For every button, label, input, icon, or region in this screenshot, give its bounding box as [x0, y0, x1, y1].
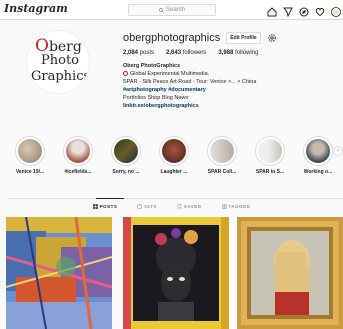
- tabs-divider: [8, 198, 343, 199]
- highlight-thumbnail: [18, 139, 42, 163]
- highlight-item[interactable]: #icefields...: [56, 136, 100, 175]
- story-highlights: Venice 19/... #icefields... Sorry, no ..…: [0, 136, 343, 184]
- highlight-thumbnail: [210, 139, 234, 163]
- search-icon: [159, 7, 164, 13]
- tab-tagged[interactable]: TAGGED: [221, 204, 251, 209]
- profile-info: obergphotographics Edit Profile 2,084 po…: [123, 32, 277, 110]
- gear-icon[interactable]: [267, 33, 277, 43]
- grid-icon: [92, 204, 98, 209]
- profile-avatar[interactable]: Oberg Photo Graphics: [26, 30, 90, 94]
- explore-icon[interactable]: [299, 4, 309, 17]
- bio-line-4: Portfolios Shop Blog News:: [123, 95, 190, 101]
- post-thumbnail[interactable]: [123, 217, 229, 329]
- highlight-label: SPAR in S...: [255, 169, 285, 175]
- nav-icons: [267, 4, 341, 18]
- bio-hashtags[interactable]: #artphotography #documentary: [123, 86, 277, 94]
- edit-profile-button[interactable]: Edit Profile: [226, 32, 261, 44]
- highlight-item[interactable]: SPAR Coll...: [200, 136, 244, 175]
- tag-icon: [221, 204, 227, 209]
- masked-portrait-image: [123, 217, 229, 329]
- search-placeholder: Search: [165, 7, 185, 13]
- post-thumbnail[interactable]: [6, 217, 112, 329]
- chevron-right-icon[interactable]: ›: [333, 146, 343, 156]
- highlight-item[interactable]: Working o...: [296, 136, 340, 175]
- highlight-label: SPAR Coll...: [207, 169, 237, 175]
- home-icon[interactable]: [267, 4, 277, 17]
- profile-avatar-icon[interactable]: [331, 4, 341, 17]
- highlight-label: #icefields...: [64, 169, 92, 175]
- tab-igtv[interactable]: IGTV: [137, 204, 157, 209]
- highlight-thumbnail: [66, 139, 90, 163]
- highlight-thumbnail: [114, 139, 138, 163]
- tv-icon: [137, 204, 143, 209]
- bio-line-2: SPAR - Silk Peace Art Road - Tour: Venic…: [123, 79, 257, 85]
- posts-stat: 2,084 posts: [123, 50, 155, 56]
- abstract-painting-image: [6, 217, 112, 329]
- bio-link[interactable]: linktr.ee/obergphotographics: [123, 102, 277, 110]
- highlight-thumbnail: [162, 139, 186, 163]
- direct-icon[interactable]: [283, 4, 293, 18]
- red-circle-icon: [123, 71, 128, 77]
- bookmark-icon: [177, 204, 182, 209]
- heart-icon[interactable]: [315, 4, 325, 17]
- highlight-item[interactable]: SPAR in S...: [248, 136, 292, 175]
- followers-stat[interactable]: 2,643 followers: [166, 50, 206, 56]
- bio-line-1: Global Experimental Multimedia.: [130, 71, 210, 77]
- post-thumbnail[interactable]: [237, 217, 343, 329]
- highlight-label: Working o...: [303, 169, 333, 175]
- posts-grid: [6, 217, 343, 329]
- highlight-label: Venice 19/...: [15, 169, 45, 175]
- profile-stats: 2,084 posts 2,643 followers 3,988 follow…: [123, 50, 277, 56]
- highlight-item[interactable]: Venice 19/...: [8, 136, 52, 175]
- highlight-thumbnail: [306, 139, 330, 163]
- avatar-logo-text-2: Photo: [41, 53, 79, 68]
- framed-portrait-image: [237, 217, 343, 329]
- instagram-logo[interactable]: Instagram: [4, 2, 68, 15]
- bio-name: Oberg PhotoGraphics: [123, 63, 181, 69]
- highlight-item[interactable]: Laughter ...: [152, 136, 196, 175]
- highlight-label: Sorry, no ...: [112, 169, 140, 175]
- following-stat[interactable]: 3,988 following: [218, 50, 258, 56]
- profile-tabs: POSTS IGTV SAVED TAGGED: [0, 204, 343, 209]
- highlight-label: Laughter ...: [160, 169, 188, 175]
- highlight-thumbnail: [258, 139, 282, 163]
- top-navigation-bar: Instagram Search: [0, 0, 343, 20]
- avatar-logo-text-3: Graphics: [31, 69, 90, 84]
- tab-saved[interactable]: SAVED: [177, 204, 202, 209]
- profile-username: obergphotographics: [123, 32, 221, 44]
- highlight-item[interactable]: Sorry, no ...: [104, 136, 148, 175]
- search-input[interactable]: Search: [128, 4, 216, 16]
- tab-posts[interactable]: POSTS: [92, 204, 118, 209]
- active-tab-indicator: [96, 198, 124, 199]
- profile-bio: Oberg PhotoGraphics Global Experimental …: [123, 62, 277, 110]
